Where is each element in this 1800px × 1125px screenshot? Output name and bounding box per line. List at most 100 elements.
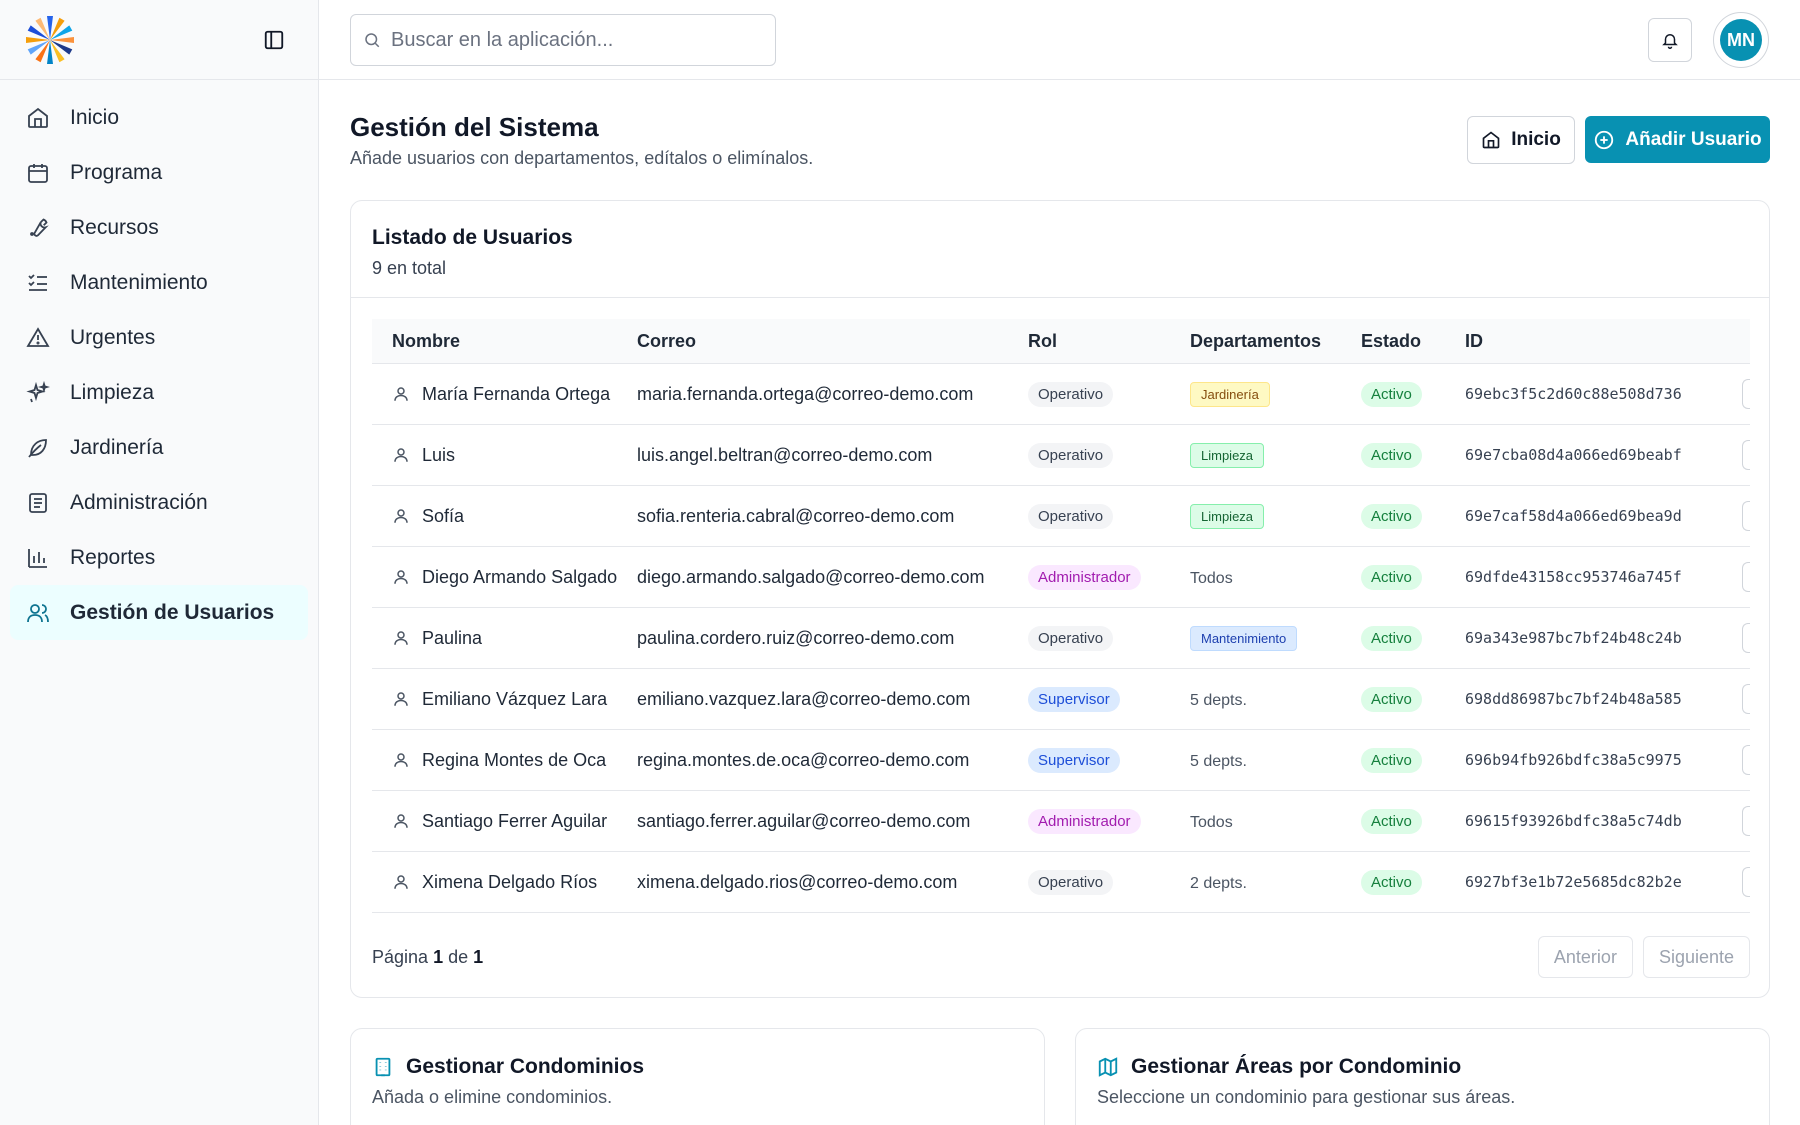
search-input[interactable] xyxy=(391,28,761,52)
user-name: Regina Montes de Oca xyxy=(422,749,607,770)
user-name: Luis xyxy=(422,444,456,465)
calendar-icon xyxy=(26,161,50,185)
user-id: 69dfde43158cc953746a745f xyxy=(1465,568,1682,586)
sidebar-item-urgentes[interactable]: Urgentes xyxy=(0,310,308,365)
column-header-correo[interactable]: Correo xyxy=(637,331,1028,352)
table-row[interactable]: Emiliano Vázquez Lara emiliano.vazquez.l… xyxy=(372,669,1750,730)
user-email: diego.armando.salgado@correo-demo.com xyxy=(637,566,985,587)
table-row[interactable]: María Fernanda Ortega maria.fernanda.ort… xyxy=(372,364,1750,425)
table-row[interactable]: Paulina paulina.cordero.ruiz@correo-demo… xyxy=(372,608,1750,669)
user-email: santiago.ferrer.aguilar@correo-demo.com xyxy=(637,810,971,831)
search-box[interactable] xyxy=(350,14,776,66)
status-badge: Activo xyxy=(1361,625,1422,651)
row-actions-button[interactable] xyxy=(1742,867,1750,897)
department-text: 5 depts. xyxy=(1190,752,1247,770)
checklist-icon xyxy=(26,271,50,295)
user-email: emiliano.vazquez.lara@correo-demo.com xyxy=(637,688,971,709)
sidebar-item-recursos[interactable]: Recursos xyxy=(0,200,308,255)
column-header-rol[interactable]: Rol xyxy=(1028,331,1190,352)
status-badge: Activo xyxy=(1361,869,1422,895)
table-row[interactable]: Sofía sofia.renteria.cabral@correo-demo.… xyxy=(372,486,1750,547)
status-badge: Activo xyxy=(1361,747,1422,773)
sidebar-toggle-button[interactable] xyxy=(260,26,288,54)
row-actions-button[interactable] xyxy=(1742,562,1750,592)
column-header-estado[interactable]: Estado xyxy=(1361,331,1465,352)
sidebar-item-programa[interactable]: Programa xyxy=(0,145,308,200)
previous-page-button[interactable]: Anterior xyxy=(1537,936,1633,978)
table-row[interactable]: Regina Montes de Oca regina.montes.de.oc… xyxy=(372,730,1750,791)
user-name: Emiliano Vázquez Lara xyxy=(422,688,608,709)
page-subtitle: Añade usuarios con departamentos, edítal… xyxy=(350,148,814,168)
total-pages: 1 xyxy=(473,946,484,967)
role-badge: Supervisor xyxy=(1028,747,1120,773)
role-badge: Administrador xyxy=(1028,808,1141,834)
current-page: 1 xyxy=(433,946,444,967)
column-header-nombre[interactable]: Nombre xyxy=(372,331,637,352)
sidebar-item-mantenimiento[interactable]: Mantenimiento xyxy=(0,255,308,310)
user-icon xyxy=(394,875,408,889)
sidebar-item-inicio[interactable]: Inicio xyxy=(0,90,308,145)
row-actions-button[interactable] xyxy=(1742,623,1750,653)
row-actions-button[interactable] xyxy=(1742,440,1750,470)
sidebar-header xyxy=(0,0,318,80)
page-indicator: Página 1 de 1 xyxy=(372,946,484,967)
bar-chart-icon xyxy=(26,546,50,570)
sidebar-item-gestion-usuarios[interactable]: Gestión de Usuarios xyxy=(10,585,308,640)
row-actions-button[interactable] xyxy=(1742,806,1750,836)
table-row[interactable]: Ximena Delgado Ríos ximena.delgado.rios@… xyxy=(372,852,1750,913)
sparkles-icon xyxy=(26,380,50,405)
top-bar: MN xyxy=(319,0,1800,80)
next-page-button[interactable]: Siguiente xyxy=(1642,936,1750,978)
status-badge: Activo xyxy=(1361,442,1422,468)
user-icon xyxy=(394,387,408,401)
column-header-id[interactable]: ID xyxy=(1465,331,1725,352)
status-badge: Activo xyxy=(1361,381,1422,407)
role-badge: Operativo xyxy=(1028,442,1114,468)
user-icon xyxy=(394,814,408,828)
department-tag: Jardinería xyxy=(1190,381,1270,407)
home-button[interactable]: Inicio xyxy=(1467,116,1575,164)
document-icon xyxy=(26,491,50,515)
row-actions-button[interactable] xyxy=(1742,501,1750,531)
map-icon xyxy=(1098,1057,1118,1077)
user-icon xyxy=(394,448,408,462)
table-row[interactable]: Santiago Ferrer Aguilar santiago.ferrer.… xyxy=(372,791,1750,852)
app-logo[interactable] xyxy=(24,14,76,66)
department-text: Todos xyxy=(1190,813,1233,831)
sidebar-item-limpieza[interactable]: Limpieza xyxy=(0,365,308,420)
users-card: Listado de Usuarios 9 en total Nombre Co… xyxy=(350,200,1770,998)
add-user-button[interactable]: Añadir Usuario xyxy=(1585,116,1770,163)
user-name: Sofía xyxy=(422,505,465,526)
users-icon xyxy=(26,601,50,625)
sidebar-item-label: Gestión de Usuarios xyxy=(70,600,275,624)
sidebar-item-label: Limpieza xyxy=(70,380,155,404)
sidebar-item-label: Jardinería xyxy=(70,435,164,459)
sidebar-item-jardineria[interactable]: Jardinería xyxy=(0,420,308,475)
sidebar-item-label: Mantenimiento xyxy=(70,270,208,294)
user-name: María Fernanda Ortega xyxy=(422,383,611,404)
row-actions-button[interactable] xyxy=(1742,684,1750,714)
avatar: MN xyxy=(1720,19,1762,61)
row-actions-button[interactable] xyxy=(1742,379,1750,409)
sidebar-item-reportes[interactable]: Reportes xyxy=(0,530,308,585)
user-email: maria.fernanda.ortega@correo-demo.com xyxy=(637,383,974,404)
sidebar-item-administracion[interactable]: Administración xyxy=(0,475,308,530)
user-icon xyxy=(394,692,408,706)
condominios-card-subtitle: Añada o elimine condominios. xyxy=(372,1087,613,1107)
column-header-departamentos[interactable]: Departamentos xyxy=(1190,331,1361,352)
user-id: 696b94fb926bdfc38a5c9975 xyxy=(1465,751,1682,769)
table-row[interactable]: Diego Armando Salgado diego.armando.salg… xyxy=(372,547,1750,608)
department-tag: Limpieza xyxy=(1190,442,1265,468)
condominios-card-title: Gestionar Condominios xyxy=(406,1055,645,1078)
bell-icon xyxy=(1662,34,1678,49)
user-id: 69e7cba08d4a066ed69beabf xyxy=(1465,446,1682,464)
role-badge: Operativo xyxy=(1028,869,1114,895)
page-title: Gestión del Sistema xyxy=(350,112,599,142)
table-row[interactable]: Luis luis.angel.beltran@correo-demo.com … xyxy=(372,425,1750,486)
user-email: paulina.cordero.ruiz@correo-demo.com xyxy=(637,627,955,648)
user-icon xyxy=(394,753,408,767)
user-id: 69a343e987bc7bf24b48c24b xyxy=(1465,629,1682,647)
notifications-button[interactable] xyxy=(1648,18,1692,62)
row-actions-button[interactable] xyxy=(1742,745,1750,775)
user-menu-button[interactable]: MN xyxy=(1713,12,1769,68)
